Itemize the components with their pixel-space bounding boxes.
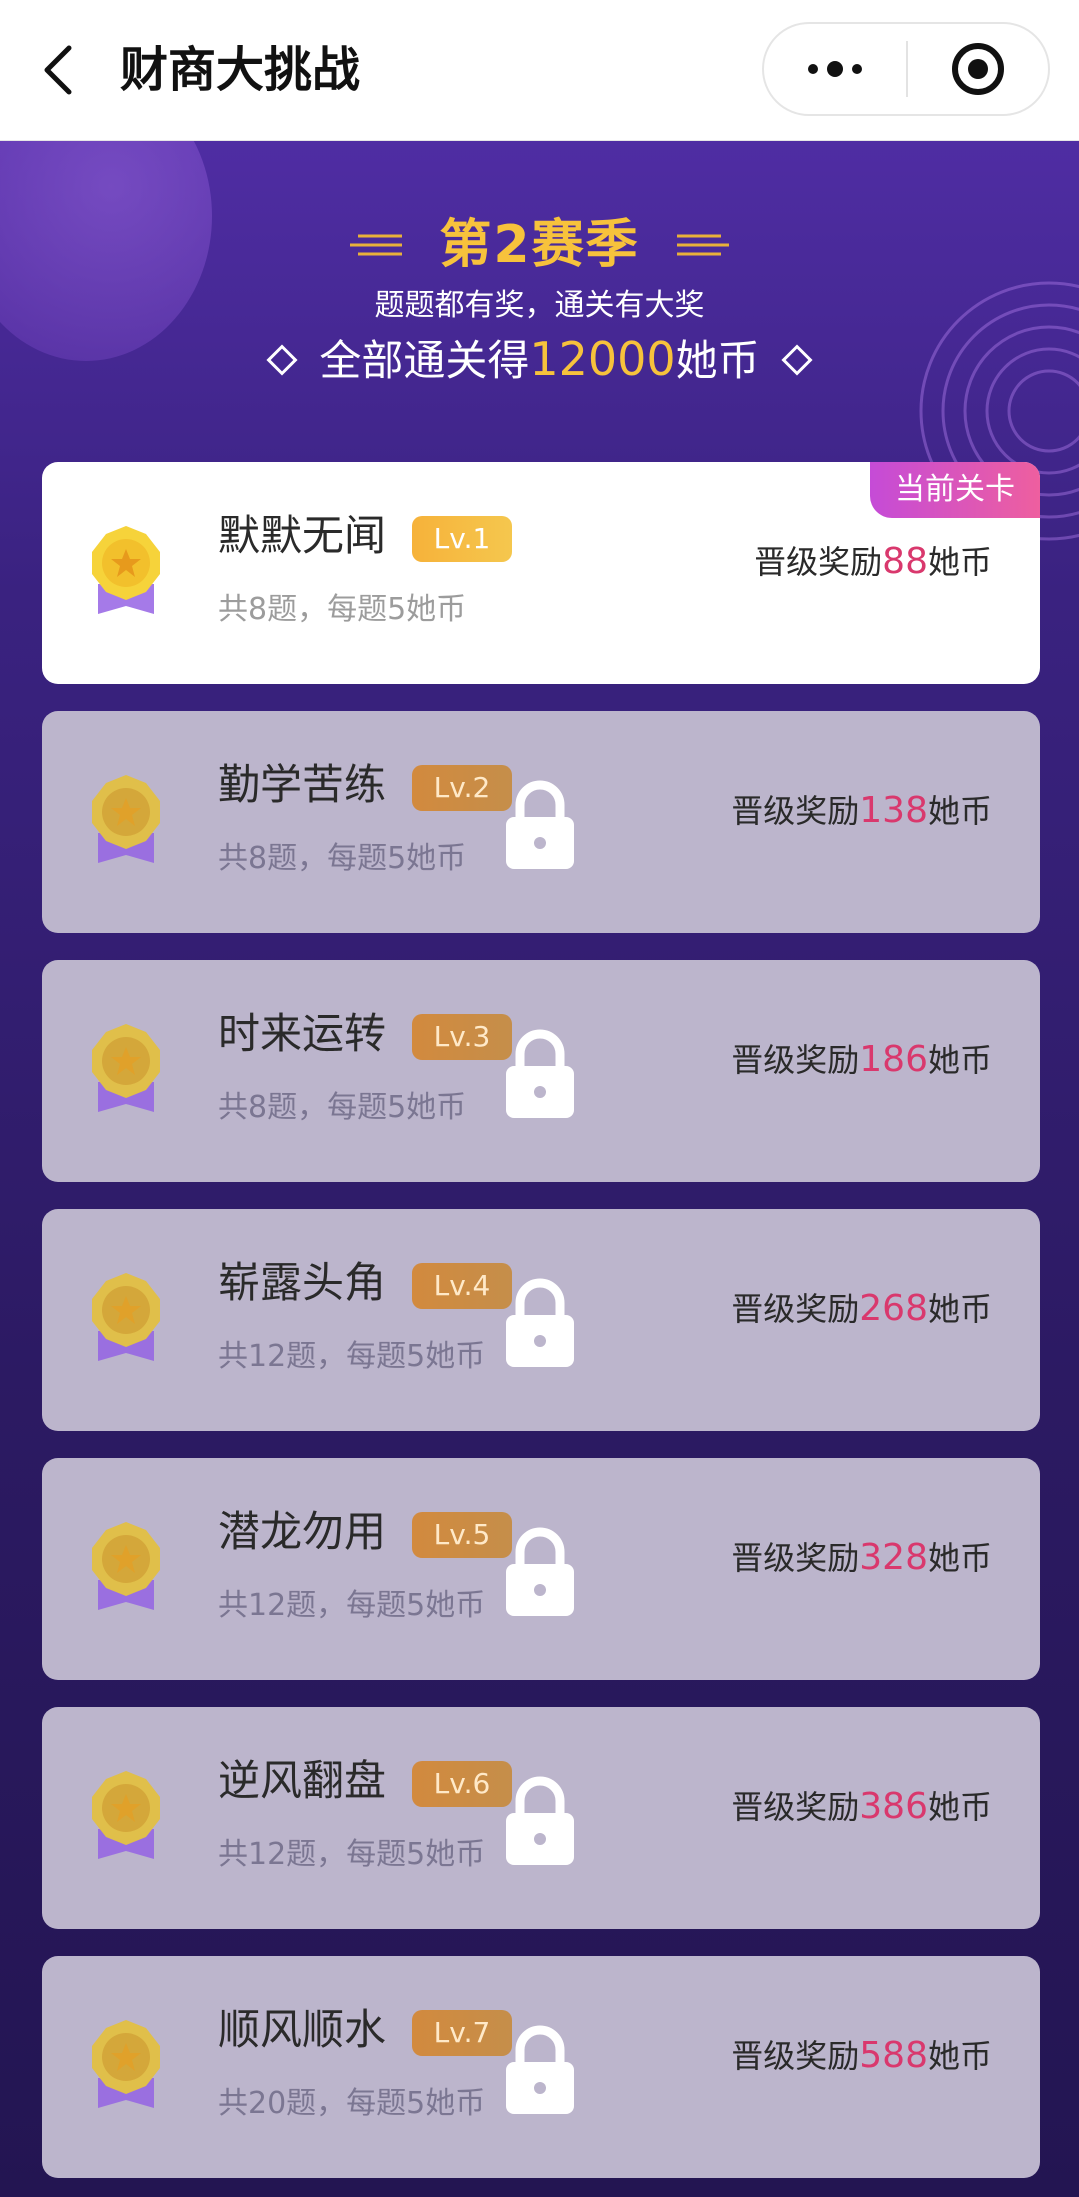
level-badge: Lv.7 xyxy=(412,2010,512,2056)
level-card-4[interactable]: 崭露头角 Lv.4 共12题，每题5她币 晋级奖励268她币 xyxy=(42,1209,1040,1431)
lock-icon xyxy=(506,1278,574,1367)
level-card-7[interactable]: 顺风顺水 Lv.7 共20题，每题5她币 晋级奖励588她币 xyxy=(42,1956,1040,2178)
level-badge: Lv.5 xyxy=(412,1512,512,1558)
lock-icon xyxy=(506,1776,574,1865)
level-info: 共8题，每题5她币 xyxy=(218,592,467,627)
reward-suffix: 她币 xyxy=(927,2037,992,2075)
lock-icon xyxy=(506,1029,574,1118)
more-dots-icon xyxy=(808,61,862,77)
chevron-left-icon xyxy=(44,45,72,95)
reward-amount: 186 xyxy=(859,1039,928,1080)
level-info: 共20题，每题5她币 xyxy=(218,2086,486,2121)
reward-suffix: 她币 xyxy=(927,1539,992,1577)
medal-icon xyxy=(92,1522,160,1610)
level-info: 共12题，每题5她币 xyxy=(218,1837,486,1872)
lock-icon xyxy=(506,1527,574,1616)
level-card-6[interactable]: 逆风翻盘 Lv.6 共12题，每题5她币 晋级奖励386她币 xyxy=(42,1707,1040,1929)
rays-right-icon xyxy=(676,234,729,256)
season-subtitle: 题题都有奖，通关有大奖 xyxy=(374,288,705,323)
level-badge: Lv.3 xyxy=(412,1014,512,1060)
page-title: 财商大挑战 xyxy=(120,42,361,98)
mini-program-capsule xyxy=(762,22,1050,116)
more-button[interactable] xyxy=(764,24,906,114)
grand-prize-line: 全部通关得12000她币 xyxy=(0,331,1079,389)
level-name: 逆风翻盘 xyxy=(218,1756,387,1805)
reward-amount: 138 xyxy=(859,790,928,831)
level-card-1[interactable]: 默默无闻 Lv.1 共8题，每题5她币 晋级奖励88她币 当前关卡 xyxy=(42,462,1040,684)
level-info: 共12题，每题5她币 xyxy=(218,1588,486,1623)
reward-suffix: 她币 xyxy=(927,543,992,581)
level-badge: Lv.6 xyxy=(412,1761,512,1807)
grand-prize-suffix: 她币 xyxy=(675,336,760,385)
medal-icon xyxy=(92,1273,160,1361)
reward-amount: 386 xyxy=(859,1786,928,1827)
season-heading: 第2赛季 xyxy=(0,213,1079,277)
close-button[interactable] xyxy=(908,24,1048,114)
reward-prefix: 晋级奖励 xyxy=(731,1290,860,1328)
level-reward: 晋级奖励138她币 xyxy=(731,789,992,833)
diamond-right-icon xyxy=(781,343,813,376)
season-title: 第2赛季 xyxy=(439,215,640,275)
lock-icon xyxy=(506,780,574,869)
reward-prefix: 晋级奖励 xyxy=(731,1041,860,1079)
rays-left-icon xyxy=(350,234,403,256)
current-level-tag: 当前关卡 xyxy=(870,462,1040,518)
reward-amount: 268 xyxy=(859,1288,928,1329)
medal-icon xyxy=(92,1024,160,1112)
target-circle-icon xyxy=(951,43,1004,95)
level-reward: 晋级奖励268她币 xyxy=(731,1287,992,1331)
reward-amount: 588 xyxy=(859,2035,928,2076)
medal-icon xyxy=(92,526,160,614)
reward-suffix: 她币 xyxy=(927,792,992,830)
medal-icon xyxy=(92,1771,160,1859)
level-list: 默默无闻 Lv.1 共8题，每题5她币 晋级奖励88她币 当前关卡 勤学苦练 L… xyxy=(42,462,1040,2197)
level-name: 崭露头角 xyxy=(218,1258,387,1307)
reward-amount: 328 xyxy=(859,1537,928,1578)
diamond-left-icon xyxy=(266,343,298,376)
level-card-5[interactable]: 潜龙勿用 Lv.5 共12题，每题5她币 晋级奖励328她币 xyxy=(42,1458,1040,1680)
back-button[interactable] xyxy=(36,36,80,104)
reward-suffix: 她币 xyxy=(927,1788,992,1826)
level-info: 共8题，每题5她币 xyxy=(218,1090,467,1125)
level-badge: Lv.4 xyxy=(412,1263,512,1309)
level-name: 潜龙勿用 xyxy=(218,1507,387,1556)
level-name: 勤学苦练 xyxy=(218,760,387,809)
level-reward: 晋级奖励88她币 xyxy=(754,540,992,584)
reward-amount: 88 xyxy=(882,541,928,582)
level-reward: 晋级奖励386她币 xyxy=(731,1785,992,1829)
level-info: 共8题，每题5她币 xyxy=(218,841,467,876)
reward-suffix: 她币 xyxy=(927,1041,992,1079)
lock-icon xyxy=(506,2025,574,2114)
level-name: 默默无闻 xyxy=(218,511,387,560)
level-badge: Lv.2 xyxy=(412,765,512,811)
medal-icon xyxy=(92,775,160,863)
reward-prefix: 晋级奖励 xyxy=(731,792,860,830)
level-card-3[interactable]: 时来运转 Lv.3 共8题，每题5她币 晋级奖励186她币 xyxy=(42,960,1040,1182)
challenge-hero: 第2赛季 题题都有奖，通关有大奖 全部通关得12000她币 默默无闻 Lv.1 … xyxy=(0,141,1079,2197)
level-name: 顺风顺水 xyxy=(218,2005,387,2054)
reward-suffix: 她币 xyxy=(927,1290,992,1328)
level-info: 共12题，每题5她币 xyxy=(218,1339,486,1374)
top-nav-bar: 财商大挑战 xyxy=(0,0,1079,141)
reward-prefix: 晋级奖励 xyxy=(731,1788,860,1826)
level-reward: 晋级奖励186她币 xyxy=(731,1038,992,1082)
grand-prize-amount: 12000 xyxy=(529,332,676,386)
reward-prefix: 晋级奖励 xyxy=(731,2037,860,2075)
reward-prefix: 晋级奖励 xyxy=(754,543,883,581)
grand-prize-prefix: 全部通关得 xyxy=(319,336,530,385)
medal-icon xyxy=(92,2020,160,2108)
level-card-2[interactable]: 勤学苦练 Lv.2 共8题，每题5她币 晋级奖励138她币 xyxy=(42,711,1040,933)
level-badge: Lv.1 xyxy=(412,516,512,562)
level-reward: 晋级奖励328她币 xyxy=(731,1536,992,1580)
reward-prefix: 晋级奖励 xyxy=(731,1539,860,1577)
level-reward: 晋级奖励588她币 xyxy=(731,2034,992,2078)
level-name: 时来运转 xyxy=(218,1009,387,1058)
